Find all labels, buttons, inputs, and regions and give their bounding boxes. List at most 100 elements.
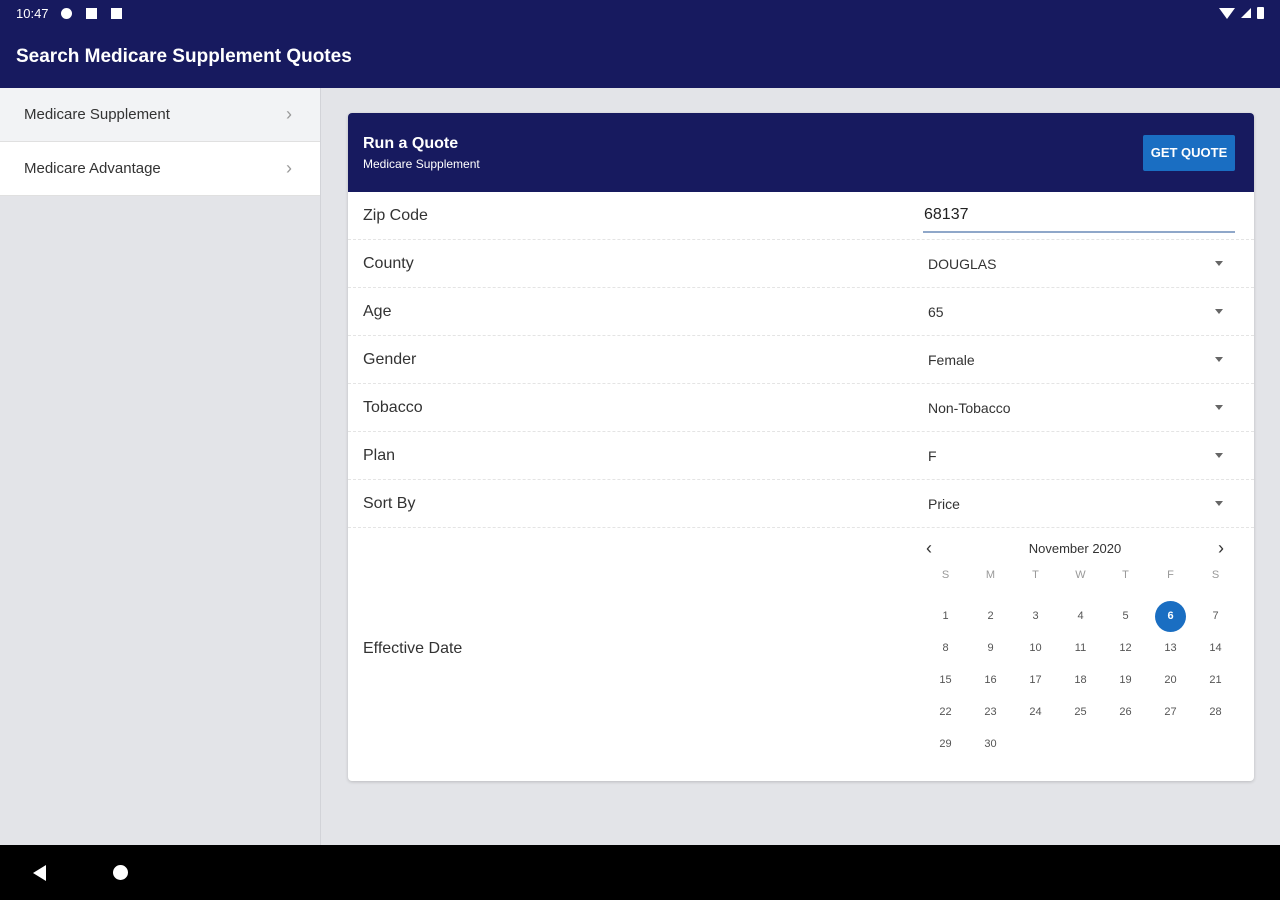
calendar-day[interactable]: 4: [1058, 600, 1103, 632]
tobacco-row: Tobacco Non-Tobacco: [348, 384, 1254, 432]
calendar-day-number: 1: [942, 610, 949, 622]
calendar-day-number: 24: [1029, 706, 1042, 718]
calendar-day-number: 8: [942, 642, 949, 654]
calendar-day[interactable]: 29: [923, 728, 968, 760]
calendar-day-number: 12: [1119, 642, 1132, 654]
weekday-label: T: [1122, 569, 1129, 581]
calendar-day[interactable]: 18: [1058, 664, 1103, 696]
calendar-day[interactable]: 26: [1103, 696, 1148, 728]
sort-by-value: Price: [928, 495, 960, 512]
calendar-day-number: 11: [1074, 642, 1087, 654]
calendar-day[interactable]: 13: [1148, 632, 1193, 664]
plan-label: Plan: [363, 446, 396, 464]
calendar-day[interactable]: 24: [1013, 696, 1058, 728]
calendar-day-number: 26: [1119, 706, 1132, 718]
calendar-header: ‹ November 2020 ›: [923, 538, 1227, 558]
calendar-day[interactable]: 3: [1013, 600, 1058, 632]
county-label: County: [363, 254, 414, 272]
gender-label: Gender: [363, 350, 417, 368]
calendar-day[interactable]: 17: [1013, 664, 1058, 696]
calendar-day[interactable]: 30: [968, 728, 1013, 760]
sd-card-icon: [110, 7, 122, 19]
calendar-day[interactable]: 10: [1013, 632, 1058, 664]
card-title: Run a Quote: [363, 134, 459, 152]
plan-select[interactable]: F: [923, 448, 1235, 464]
calendar-day-number: 9: [987, 642, 994, 654]
get-quote-button[interactable]: GET QUOTE: [1143, 134, 1235, 171]
card-header: Run a Quote Medicare Supplement GET QUOT…: [348, 113, 1254, 192]
calendar-day-number: 4: [1077, 610, 1084, 622]
dropdown-arrow-icon: [1215, 453, 1223, 458]
county-select[interactable]: DOUGLAS: [923, 256, 1235, 272]
calendar-day-number: 5: [1122, 610, 1129, 622]
gender-select[interactable]: Female: [923, 352, 1235, 368]
calendar-day[interactable]: 21: [1193, 664, 1238, 696]
app-bar: Search Medicare Supplement Quotes: [0, 26, 1280, 88]
wifi-icon: [1219, 7, 1235, 19]
app-title: Search Medicare Supplement Quotes: [16, 46, 352, 67]
weekday-label: F: [1167, 569, 1174, 581]
plan-value: F: [928, 447, 937, 464]
sidebar-item-label: Medicare Supplement: [24, 106, 170, 123]
zip-code-input[interactable]: [923, 198, 1235, 233]
notification-icon: [85, 7, 97, 19]
calendar-day-number: 20: [1164, 674, 1177, 686]
calendar-day[interactable]: 15: [923, 664, 968, 696]
calendar-day-number: 17: [1029, 674, 1042, 686]
chevron-left-icon[interactable]: ‹: [926, 538, 932, 559]
dropdown-arrow-icon: [1215, 261, 1223, 266]
effective-date-row: Effective Date ‹ November 2020 › S M T W T F S…: [348, 528, 1254, 770]
calendar-day[interactable]: 14: [1193, 632, 1238, 664]
calendar-day-selected[interactable]: 6: [1148, 600, 1193, 632]
calendar-day[interactable]: 9: [968, 632, 1013, 664]
calendar-day-number: 29: [939, 738, 952, 750]
chevron-right-icon: ›: [286, 104, 292, 124]
calendar-day-number: 13: [1164, 642, 1177, 654]
calendar-day[interactable]: 8: [923, 632, 968, 664]
county-row: County DOUGLAS: [348, 240, 1254, 288]
calendar-day-number: 7: [1212, 610, 1219, 622]
calendar-day[interactable]: 12: [1103, 632, 1148, 664]
calendar-day[interactable]: 25: [1058, 696, 1103, 728]
age-row: Age 65: [348, 288, 1254, 336]
age-select[interactable]: 65: [923, 304, 1235, 320]
card-heading: Run a Quote Medicare Supplement: [363, 135, 480, 171]
chevron-right-icon[interactable]: ›: [1218, 538, 1224, 559]
quote-card: Run a Quote Medicare Supplement GET QUOT…: [348, 113, 1254, 781]
zip-code-label: Zip Code: [363, 206, 428, 224]
weekday-label: S: [941, 569, 950, 581]
calendar-month: November 2020: [1028, 540, 1122, 556]
tobacco-value: Non-Tobacco: [928, 399, 1011, 416]
calendar-day[interactable]: 2: [968, 600, 1013, 632]
calendar-day[interactable]: 7: [1193, 600, 1238, 632]
status-bar: 10:47: [0, 0, 1280, 26]
sidebar-item-medicare-supplement[interactable]: Medicare Supplement ›: [0, 88, 320, 142]
calendar-day[interactable]: 16: [968, 664, 1013, 696]
weekday-label: S: [1211, 569, 1220, 581]
calendar-day-number: 3: [1032, 610, 1039, 622]
sort-by-select[interactable]: Price: [923, 496, 1235, 512]
calendar-day[interactable]: 5: [1103, 600, 1148, 632]
calendar-day-number: 19: [1119, 674, 1132, 686]
dropdown-arrow-icon: [1215, 309, 1223, 314]
sort-by-label: Sort By: [363, 494, 416, 512]
signal-icon: [1241, 8, 1251, 18]
calendar-day[interactable]: 19: [1103, 664, 1148, 696]
age-value: 65: [928, 303, 944, 320]
calendar-day-number: 23: [984, 706, 997, 718]
calendar-day[interactable]: 22: [923, 696, 968, 728]
calendar-day[interactable]: 1: [923, 600, 968, 632]
age-label: Age: [363, 302, 392, 320]
back-icon[interactable]: [33, 865, 46, 881]
gender-value: Female: [928, 351, 975, 368]
calendar-day[interactable]: 11: [1058, 632, 1103, 664]
effective-date-label: Effective Date: [363, 640, 463, 657]
calendar-day[interactable]: 20: [1148, 664, 1193, 696]
calendar-day[interactable]: 28: [1193, 696, 1238, 728]
calendar-day[interactable]: 27: [1148, 696, 1193, 728]
calendar-day-number: 16: [984, 674, 997, 686]
calendar-day[interactable]: 23: [968, 696, 1013, 728]
tobacco-select[interactable]: Non-Tobacco: [923, 400, 1235, 416]
sidebar-item-medicare-advantage[interactable]: Medicare Advantage ›: [0, 142, 320, 196]
home-icon[interactable]: [113, 865, 128, 880]
